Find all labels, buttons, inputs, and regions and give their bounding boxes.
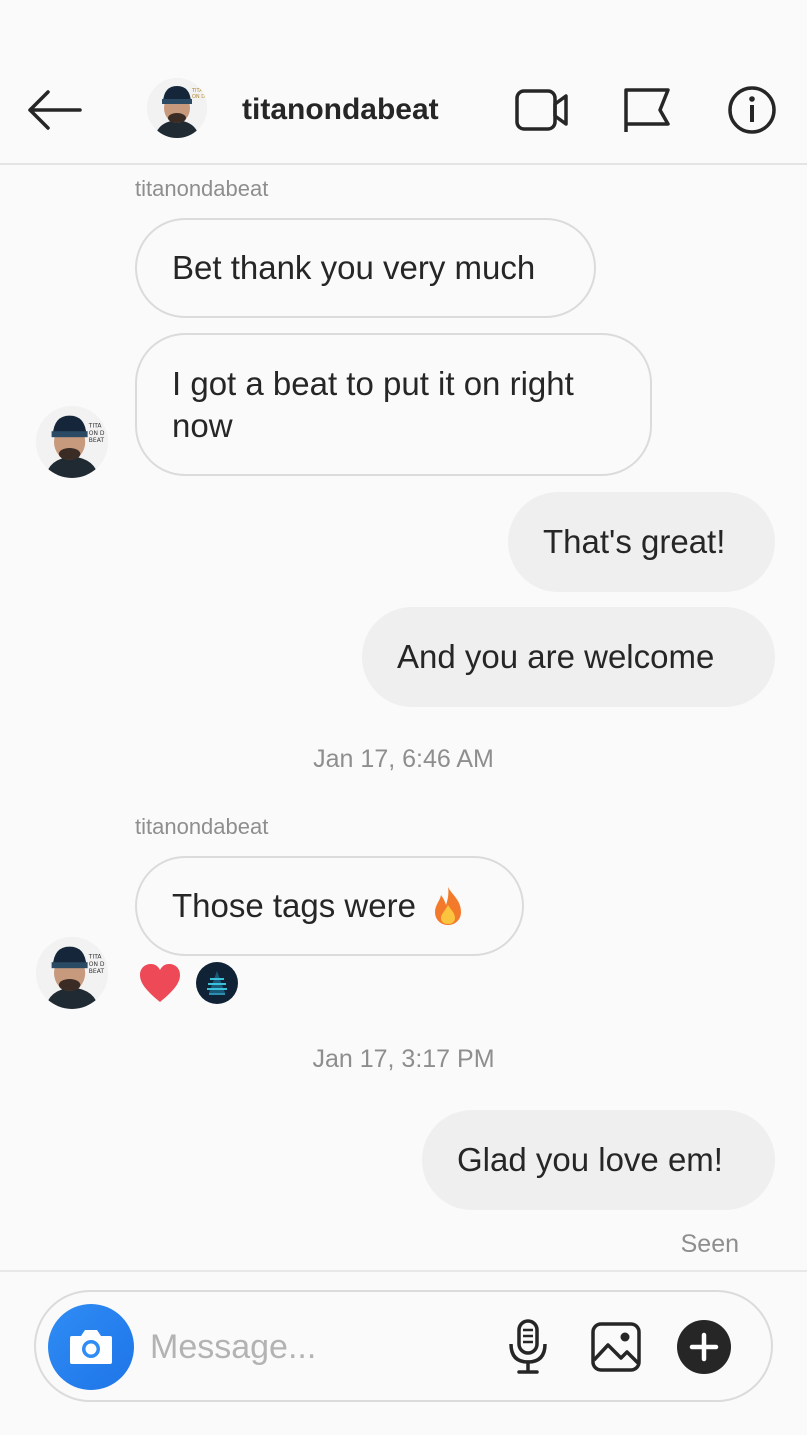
conversation-info-button[interactable] [726,84,782,136]
message-text: Bet thank you very much [172,249,536,286]
info-icon [728,86,776,134]
incoming-message[interactable]: I got a beat to put it on right now [135,333,652,476]
svg-text:TITA: TITA [88,423,103,430]
direct-message-screen: TITA ON D titanondabeat titanondabeat Be… [0,0,807,1435]
header-avatar[interactable]: TITA ON D [147,78,207,138]
flag-icon [624,88,670,132]
seen-status: Seen [680,1230,739,1258]
fire-emoji-icon [434,887,461,925]
avatar-photo: TITA ON D BEAT [36,937,108,1009]
message-text: And you are welcome [397,638,715,675]
avatar-photo: TITA ON D BEAT [36,406,108,478]
plus-circle-icon [677,1320,731,1374]
svg-text:BEAT: BEAT [89,968,105,975]
sender-label: titanondabeat [135,814,269,839]
outgoing-message[interactable]: Glad you love em! [422,1110,775,1210]
heart-icon [140,964,180,1002]
voice-message-button[interactable] [500,1318,556,1376]
sender-avatar[interactable]: TITA ON D BEAT [36,937,108,1009]
back-arrow-icon [28,90,82,130]
camera-icon [70,1330,112,1364]
avatar-photo: TITA ON D [147,78,207,138]
message-timestamp: Jan 17, 3:17 PM [312,1045,495,1073]
outgoing-message[interactable]: That's great! [508,492,775,592]
message-input[interactable] [150,1322,480,1372]
message-timestamp: Jan 17, 6:46 AM [313,745,494,773]
message-text: Glad you love em! [457,1141,723,1178]
sender-label: titanondabeat [135,176,269,201]
reactor-avatar[interactable] [195,961,239,1010]
outgoing-message[interactable]: And you are welcome [362,607,775,707]
message-composer [34,1290,773,1402]
report-flag-button[interactable] [620,84,676,136]
chat-header: TITA ON D titanondabeat [0,0,807,165]
svg-text:BEAT: BEAT [89,437,105,444]
message-text: Those tags were [172,887,416,924]
sender-avatar[interactable]: TITA ON D BEAT [36,406,108,478]
incoming-message[interactable]: Those tags were [135,856,524,956]
microphone-icon [509,1319,547,1374]
chat-username[interactable]: titanondabeat [242,93,439,127]
video-camera-icon [515,89,568,131]
image-gallery-icon [591,1322,641,1372]
svg-text:TITA: TITA [88,954,103,961]
camera-button[interactable] [48,1304,134,1390]
svg-text:ON D: ON D [192,94,205,100]
message-text: I got a beat to put it on right now [172,364,574,444]
svg-text:ON D: ON D [89,961,105,968]
video-call-button[interactable] [514,84,570,136]
message-text: That's great! [543,523,726,560]
heart-reaction[interactable] [138,962,182,1009]
incoming-message[interactable]: Bet thank you very much [135,218,596,318]
gallery-button[interactable] [588,1318,644,1376]
back-button[interactable] [24,85,84,135]
svg-text:ON D: ON D [89,430,105,437]
more-options-button[interactable] [676,1318,732,1376]
reactor-avatar-icon [196,962,238,1004]
composer-divider [0,1270,807,1272]
